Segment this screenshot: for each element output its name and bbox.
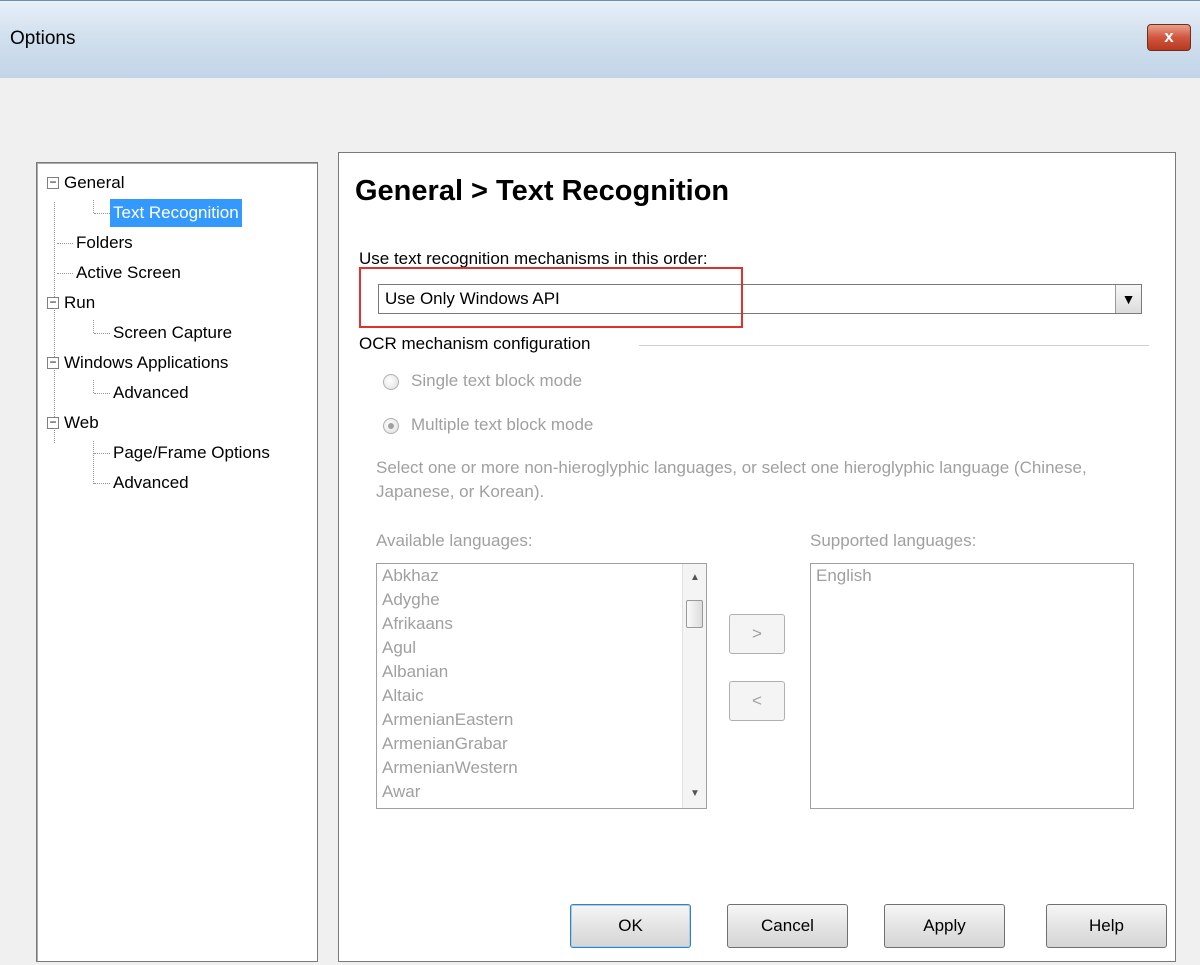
list-item[interactable]: Abkhaz	[377, 564, 682, 588]
order-label: Use text recognition mechanisms in this …	[359, 249, 708, 268]
tree-connector	[93, 320, 94, 333]
add-language-button[interactable]: >	[729, 614, 785, 654]
tree-item-general[interactable]: − General	[47, 169, 127, 197]
tree-connector	[57, 273, 73, 274]
close-button[interactable]: x	[1147, 24, 1191, 51]
list-scrollbar[interactable]: ▲ ▼	[682, 564, 706, 808]
tree-item-windows-applications[interactable]: − Windows Applications	[47, 349, 231, 377]
options-tree[interactable]: − General Text Recognition Folders Activ…	[36, 162, 318, 962]
tree-item-label: General	[64, 173, 125, 192]
supported-languages-label: Supported languages:	[810, 531, 977, 550]
apply-button[interactable]: Apply	[884, 904, 1005, 948]
tree-item-label: Page/Frame Options	[113, 443, 270, 462]
tree-connector	[94, 483, 110, 484]
tree-connector	[94, 453, 110, 454]
tree-item-label: Windows Applications	[64, 353, 229, 372]
list-item[interactable]: Awar	[377, 780, 682, 804]
tree-connector	[93, 441, 94, 484]
chevron-down-icon[interactable]: ▼	[1115, 285, 1141, 313]
group-divider	[639, 345, 1149, 346]
collapse-icon[interactable]: −	[47, 176, 59, 189]
help-button[interactable]: Help	[1046, 904, 1167, 948]
list-item[interactable]: Adyghe	[377, 588, 682, 612]
tree-item-active-screen[interactable]: Active Screen	[73, 259, 184, 287]
ocr-group-label: OCR mechanism configuration	[359, 334, 597, 354]
scroll-thumb[interactable]	[686, 600, 703, 628]
tree-item-page-frame-options[interactable]: Page/Frame Options	[110, 439, 273, 467]
scroll-down-icon[interactable]: ▼	[683, 784, 706, 804]
available-languages-list[interactable]: Abkhaz Adyghe Afrikaans Agul Albanian Al…	[376, 563, 707, 809]
tree-connector	[93, 380, 94, 393]
options-dialog: − General Text Recognition Folders Activ…	[0, 78, 1200, 965]
list-item[interactable]: ArmenianWestern	[377, 756, 682, 780]
tree-item-folders[interactable]: Folders	[73, 229, 136, 257]
tree-connector	[54, 202, 55, 443]
tree-item-label: Advanced	[113, 473, 189, 492]
tree-item-web-advanced[interactable]: Advanced	[110, 469, 192, 497]
text-recognition-panel: General > Text Recognition Use text reco…	[338, 152, 1176, 962]
language-description: Select one or more non-hieroglyphic lang…	[376, 458, 1087, 501]
available-languages-label: Available languages:	[376, 531, 533, 550]
tree-item-label: Folders	[76, 233, 133, 252]
tree-item-label: Web	[64, 413, 99, 432]
collapse-icon[interactable]: −	[47, 296, 59, 309]
tree-item-web[interactable]: − Web	[47, 409, 102, 437]
cancel-button[interactable]: Cancel	[727, 904, 848, 948]
list-item[interactable]: Albanian	[377, 660, 682, 684]
collapse-icon[interactable]: −	[47, 356, 59, 369]
tree-connector	[57, 243, 73, 244]
window-title: Options	[10, 28, 76, 49]
tree-item-screen-capture[interactable]: Screen Capture	[110, 319, 235, 347]
radio-label: Single text block mode	[411, 371, 583, 390]
radio-label: Multiple text block mode	[411, 415, 594, 434]
tree-connector	[93, 200, 94, 213]
list-item[interactable]: Afrikaans	[377, 612, 682, 636]
title-bar: Options x	[0, 0, 1200, 78]
tree-item-run[interactable]: − Run	[47, 289, 98, 317]
tree-item-label: Active Screen	[76, 263, 181, 282]
tree-connector	[94, 213, 110, 214]
remove-language-button[interactable]: <	[729, 681, 785, 721]
ok-button[interactable]: OK	[570, 904, 691, 948]
radio-button[interactable]	[383, 418, 399, 434]
tree-item-label: Advanced	[113, 383, 189, 402]
tree-item-text-recognition[interactable]: Text Recognition	[110, 199, 242, 227]
tree-connector	[94, 333, 110, 334]
highlight-box	[359, 267, 743, 328]
tree-connector	[94, 393, 110, 394]
list-item[interactable]: English	[811, 564, 1133, 588]
radio-button[interactable]	[383, 374, 399, 390]
collapse-icon[interactable]: −	[47, 416, 59, 429]
page-title: General > Text Recognition	[355, 175, 730, 207]
supported-languages-list[interactable]: English	[810, 563, 1134, 809]
list-item[interactable]: ArmenianGrabar	[377, 732, 682, 756]
tree-item-label: Text Recognition	[110, 199, 242, 227]
tree-item-windows-advanced[interactable]: Advanced	[110, 379, 192, 407]
list-item[interactable]: Altaic	[377, 684, 682, 708]
tree-item-label: Run	[64, 293, 96, 312]
list-item[interactable]: Agul	[377, 636, 682, 660]
tree-item-label: Screen Capture	[113, 323, 233, 342]
list-item[interactable]: ArmenianEastern	[377, 708, 682, 732]
scroll-up-icon[interactable]: ▲	[683, 568, 706, 588]
